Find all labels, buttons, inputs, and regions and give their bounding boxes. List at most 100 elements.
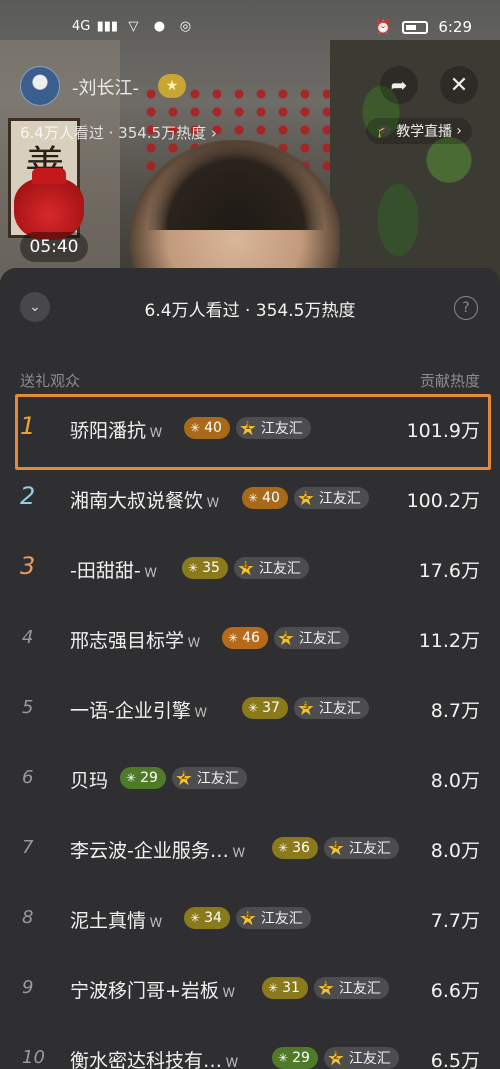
star-icon: ★ 4 — [326, 836, 345, 860]
fan-club-badge: ★ 2 江友汇 — [171, 766, 247, 790]
viewer-name[interactable]: 贝玛 — [70, 766, 108, 793]
fan-club-name: 江友汇 — [260, 421, 303, 437]
badge-group: ✳ 29 ★ 2 江友汇 — [272, 1047, 399, 1069]
viewer-name-text: -田甜甜- — [70, 560, 141, 582]
badge-group: ✳ 35 ★ 4 江友汇 — [182, 557, 309, 579]
butterfly-icon: Ꮃ — [194, 706, 208, 721]
ranking-row[interactable]: 5 一语-企业引擎 Ꮃ ✳ 37 ★ 3 江友汇 8.7万 — [0, 674, 500, 744]
status-bar: 4G ▮▮▮ ▽ ● ◎ ⏰ 6:29 — [0, 0, 500, 56]
viewer-name[interactable]: 李云波-企业服务… Ꮃ — [70, 836, 245, 863]
viewer-name[interactable]: 泥土真情 Ꮃ — [70, 906, 163, 933]
rank-number: 8 — [22, 907, 34, 928]
fan-club-badge: ★ 4 江友汇 — [235, 907, 311, 929]
badge-group: ✳ 34 ★ 4 江友汇 — [184, 907, 311, 929]
category-tag[interactable]: 🎓 教学直播 › — [366, 118, 472, 144]
fan-club-badge: ★ 4 江友汇 — [323, 836, 399, 860]
star-icon: ★ 2 — [296, 486, 315, 510]
contribution-heat: 7.7万 — [430, 910, 480, 932]
viewer-name-text: 一语-企业引擎 — [70, 700, 191, 722]
rank-number: 7 — [22, 837, 34, 858]
badge-group: ✳ 40 ★ 1 江友汇 — [184, 417, 311, 439]
fan-club-rank: 2 — [180, 772, 188, 782]
fan-level-value: 40 — [204, 420, 222, 436]
close-button[interactable]: ✕ — [440, 66, 478, 104]
clock: 6:29 — [438, 18, 472, 36]
status-left: 4G ▮▮▮ ▽ ● ◎ — [72, 18, 194, 34]
host-name[interactable]: -刘长江- — [72, 74, 139, 100]
ranking-row[interactable]: 3 -田甜甜- Ꮃ ✳ 35 ★ 4 江友汇 17.6万 — [0, 534, 500, 604]
butterfly-icon: Ꮃ — [207, 496, 220, 511]
star-icon: ★ 2 — [174, 766, 193, 790]
fan-club-rank: 2 — [322, 982, 330, 992]
battery-icon — [402, 20, 429, 34]
fan-club-rank: 2 — [302, 492, 310, 502]
rank-number: 4 — [22, 627, 34, 648]
ranking-row[interactable]: 7 李云波-企业服务… Ꮃ ✳ 36 ★ 4 江友汇 8.0万 — [0, 814, 500, 884]
live-timer: 05:40 — [20, 232, 88, 262]
fan-club-badge: ★ 2 江友汇 — [313, 977, 389, 999]
sparkle-icon: ✳ — [188, 561, 199, 575]
badge-group: ✳ 37 ★ 3 江友汇 — [242, 697, 369, 719]
help-button[interactable]: ? — [454, 296, 478, 320]
fan-club-badge: ★ 3 江友汇 — [293, 697, 369, 719]
host-avatar[interactable] — [20, 66, 60, 106]
radio-icon: ◎ — [179, 18, 192, 34]
fan-club-badge: ★ 2 江友汇 — [293, 486, 369, 510]
butterfly-icon: Ꮃ — [226, 1056, 239, 1069]
share-button[interactable]: ➦ — [380, 66, 418, 104]
fan-club-badge: ★ 2 江友汇 — [323, 1047, 399, 1069]
signal-icon: ▮▮▮ — [96, 18, 119, 34]
fan-club-name: 江友汇 — [196, 771, 239, 787]
status-right: ⏰ 6:29 — [374, 18, 472, 36]
fan-club-rank: 4 — [332, 842, 340, 852]
viewer-stats[interactable]: 6.4万人看过 · 354.5万热度 › — [20, 122, 217, 143]
fan-level-badge: ✳ 40 — [242, 487, 288, 509]
badge-group: ✳ 31 ★ 2 江友汇 — [262, 977, 389, 999]
fan-club-name: 江友汇 — [258, 561, 301, 577]
viewer-name-text: 泥土真情 — [70, 910, 147, 932]
fan-club-name: 江友汇 — [318, 701, 361, 717]
badge-group: ✳ 29 ★ 2 江友汇 — [120, 767, 247, 789]
sparkle-icon: ✳ — [228, 631, 239, 645]
butterfly-icon: Ꮃ — [150, 916, 163, 931]
contribution-heat: 6.6万 — [430, 980, 480, 1002]
ranking-row[interactable]: 8 泥土真情 Ꮃ ✳ 34 ★ 4 江友汇 7.7万 — [0, 884, 500, 954]
ranking-row[interactable]: 9 宁波移门哥+岩板 Ꮃ ✳ 31 ★ 2 江友汇 6.6万 — [0, 954, 500, 1024]
chevron-right-icon: › — [210, 124, 217, 142]
fan-club-rank: 2 — [332, 1052, 340, 1062]
fan-level-badge: ✳ 31 — [262, 977, 308, 999]
butterfly-icon: Ꮃ — [222, 986, 236, 1001]
close-icon: ✕ — [449, 72, 469, 98]
fan-level-value: 29 — [292, 1050, 310, 1066]
gift-ranking-sheet: ⌄ 6.4万人看过 · 354.5万热度 ? 送礼观众 贡献热度 1 骄阳潘抗 Ꮃ ✳… — [0, 268, 500, 1069]
ranking-row[interactable]: 2 湘南大叔说餐饮 Ꮃ ✳ 40 ★ 2 江友汇 100.2万 — [0, 464, 500, 534]
sparkle-icon: ✳ — [126, 771, 137, 785]
sparkle-icon: ✳ — [190, 911, 201, 925]
vpn-shield-icon: ▽ — [128, 18, 139, 34]
fan-club-name: 江友汇 — [260, 911, 303, 927]
ranking-row[interactable]: 1 骄阳潘抗 Ꮃ ✳ 40 ★ 1 江友汇 101.9万 — [0, 394, 500, 470]
ranking-row[interactable]: 4 邢志强目标学 Ꮃ ✳ 46 ★ 2 江友汇 11.2万 — [0, 604, 500, 674]
fan-club-name: 江友汇 — [318, 491, 361, 507]
fan-level-badge: ✳ 36 — [272, 837, 318, 859]
fan-level-badge: ✳ 29 — [272, 1047, 318, 1069]
ranking-row[interactable]: 10 衡水密达科技有… Ꮃ ✳ 29 ★ 2 江友汇 6.5万 — [0, 1024, 500, 1069]
rank-number: 2 — [20, 482, 36, 510]
viewer-name[interactable]: 湘南大叔说餐饮 Ꮃ — [70, 486, 220, 513]
rank-number: 9 — [22, 977, 34, 998]
lucky-bag-decoration — [14, 168, 84, 240]
badge-group: ✳ 40 ★ 2 江友汇 — [242, 487, 369, 509]
viewer-name[interactable]: 衡水密达科技有… Ꮃ — [70, 1046, 239, 1069]
ranking-row[interactable]: 6 贝玛 ✳ 29 ★ 2 江友汇 8.0万 — [0, 744, 500, 814]
viewer-name[interactable]: 宁波移门哥+岩板 Ꮃ — [70, 976, 235, 1003]
column-header-heat: 贡献热度 — [419, 372, 480, 390]
viewer-name[interactable]: 一语-企业引擎 Ꮃ — [70, 696, 207, 723]
badge-group: ✳ 36 ★ 4 江友汇 — [272, 837, 399, 859]
contribution-heat: 11.2万 — [418, 630, 480, 652]
fan-club-badge: ★ 4 江友汇 — [233, 557, 309, 579]
viewer-name[interactable]: -田甜甜- Ꮃ — [70, 556, 157, 583]
viewer-name[interactable]: 邢志强目标学 Ꮃ — [70, 626, 201, 653]
viewer-name[interactable]: 骄阳潘抗 Ꮃ — [70, 416, 163, 443]
viewer-name-text: 宁波移门哥+岩板 — [70, 980, 219, 1002]
fan-club-name: 江友汇 — [348, 841, 391, 857]
